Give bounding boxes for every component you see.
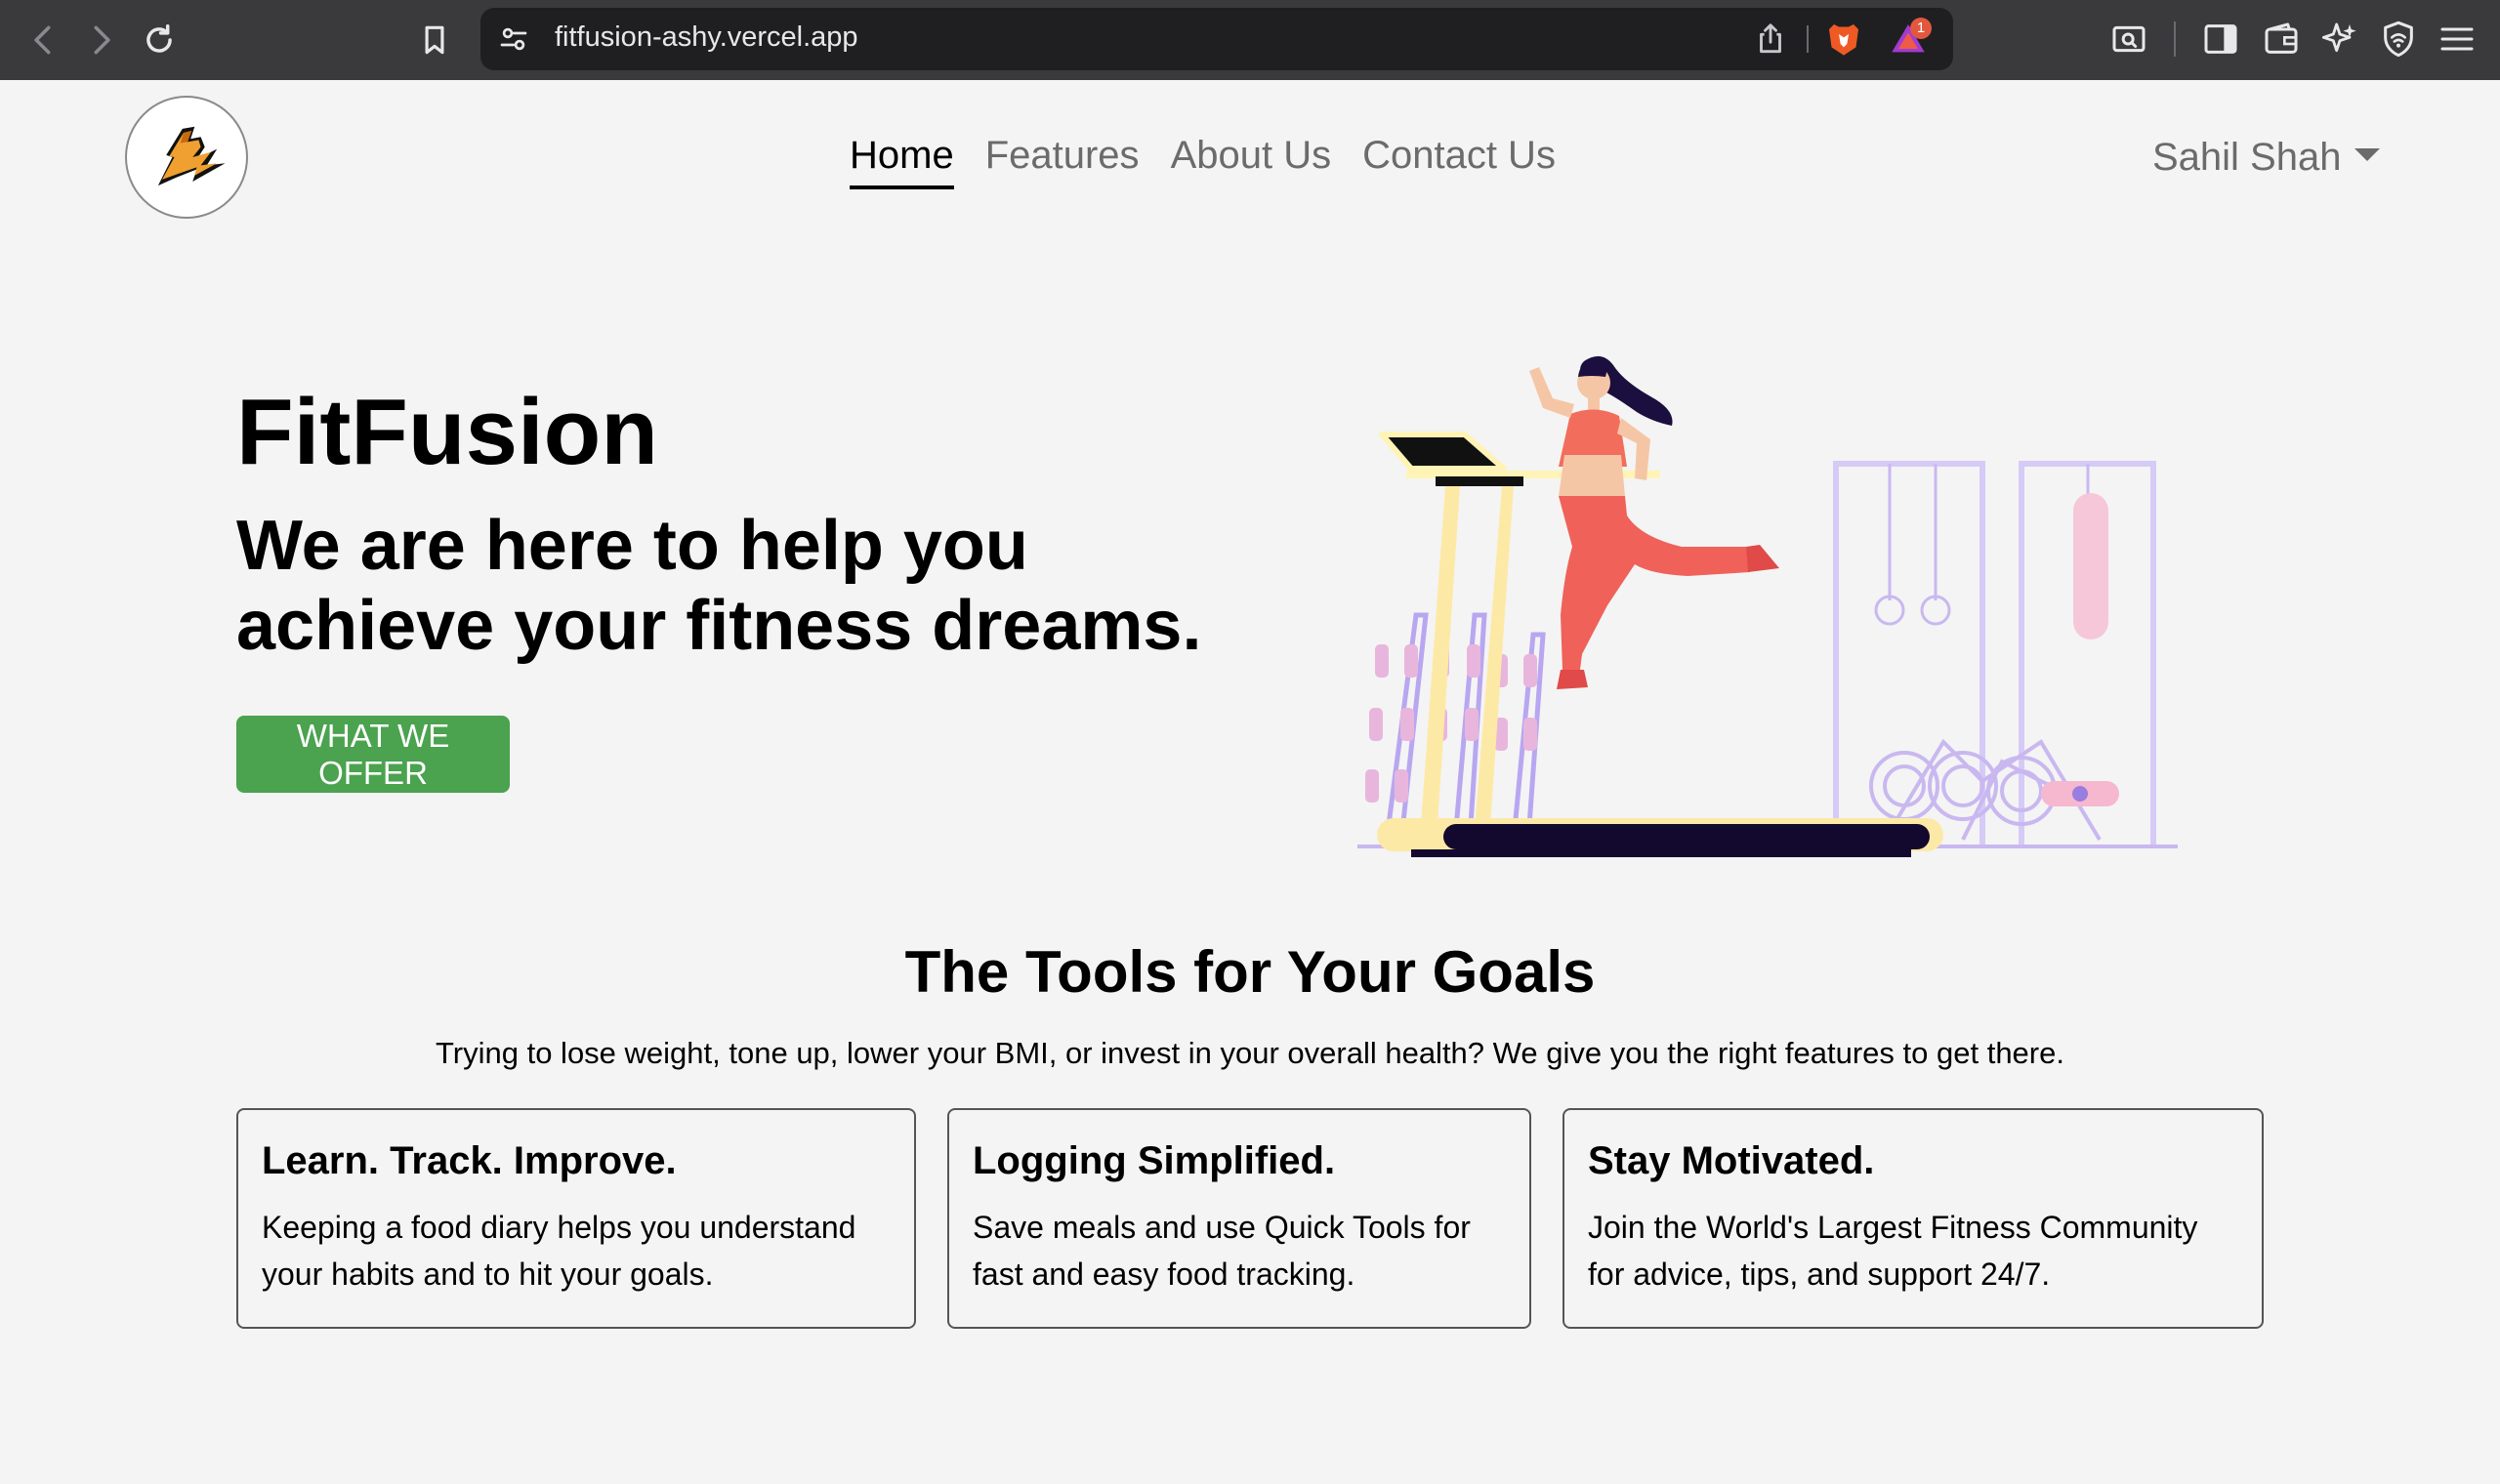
back-icon[interactable] [21,18,66,62]
card-title: Learn. Track. Improve. [262,1139,677,1182]
leo-ai-icon[interactable] [2320,20,2359,59]
feature-card-logging-simplified: Logging Simplified. Save meals and use Q… [947,1108,1531,1329]
share-icon[interactable] [1752,20,1789,59]
main-nav: Home Features About Us Contact Us [850,129,1556,189]
card-title: Logging Simplified. [973,1139,1336,1182]
card-text: Join the World's Largest Fitness Communi… [1588,1210,2198,1292]
brave-shields-icon[interactable] [1824,20,1863,59]
user-name[interactable]: Sahil Shah [2152,131,2341,184]
hero-subtitle: We are here to help you achieve your fit… [236,507,1202,665]
nav-link-features[interactable]: Features [985,129,1140,189]
bookmark-icon[interactable] [412,18,457,62]
site-settings-icon[interactable] [496,21,531,57]
tools-section-description: Trying to lose weight, tone up, lower yo… [436,1036,2064,1070]
card-text: Save meals and use Quick Tools for fast … [973,1210,1471,1292]
browser-toolbar: fitfusion-ashy.vercel.app 1 [0,0,2500,80]
feature-card-learn-track-improve: Learn. Track. Improve. Keeping a food di… [236,1108,916,1329]
feature-card-stay-motivated: Stay Motivated. Join the World's Largest… [1562,1108,2264,1329]
treadmill-woman-illustration [1357,355,2178,857]
rewards-badge: 1 [1910,18,1932,39]
caret-down-icon[interactable] [2354,147,2381,161]
nav-link-home[interactable]: Home [850,129,954,189]
hero-title: FitFusion [236,380,658,484]
address-bar[interactable]: fitfusion-ashy.vercel.app 1 [480,8,1953,70]
brave-rewards-icon[interactable]: 1 [1887,18,1932,59]
sidebar-icon[interactable] [2201,20,2240,59]
tools-section-title: The Tools for Your Goals [904,939,1596,1005]
brand-logo[interactable] [125,96,248,219]
divider [1807,25,1809,53]
divider [2174,21,2176,57]
forward-icon[interactable] [78,18,123,62]
card-title: Stay Motivated. [1588,1139,1875,1182]
nav-link-contact-us[interactable]: Contact Us [1362,129,1556,189]
user-menu[interactable]: Sahil Shah [2152,131,2381,184]
vpn-icon[interactable] [2379,20,2418,59]
menu-icon[interactable] [2438,20,2477,59]
what-we-offer-button[interactable]: WHAT WE OFFER [236,716,510,793]
wallet-icon[interactable] [2262,20,2301,59]
flexed-arm-logo-icon [157,126,226,186]
nav-link-about-us[interactable]: About Us [1171,129,1332,189]
screenshot-search-icon[interactable] [2109,20,2148,59]
card-text: Keeping a food diary helps you understan… [262,1210,856,1292]
url-text[interactable]: fitfusion-ashy.vercel.app [555,21,858,54]
reload-icon[interactable] [137,18,182,62]
